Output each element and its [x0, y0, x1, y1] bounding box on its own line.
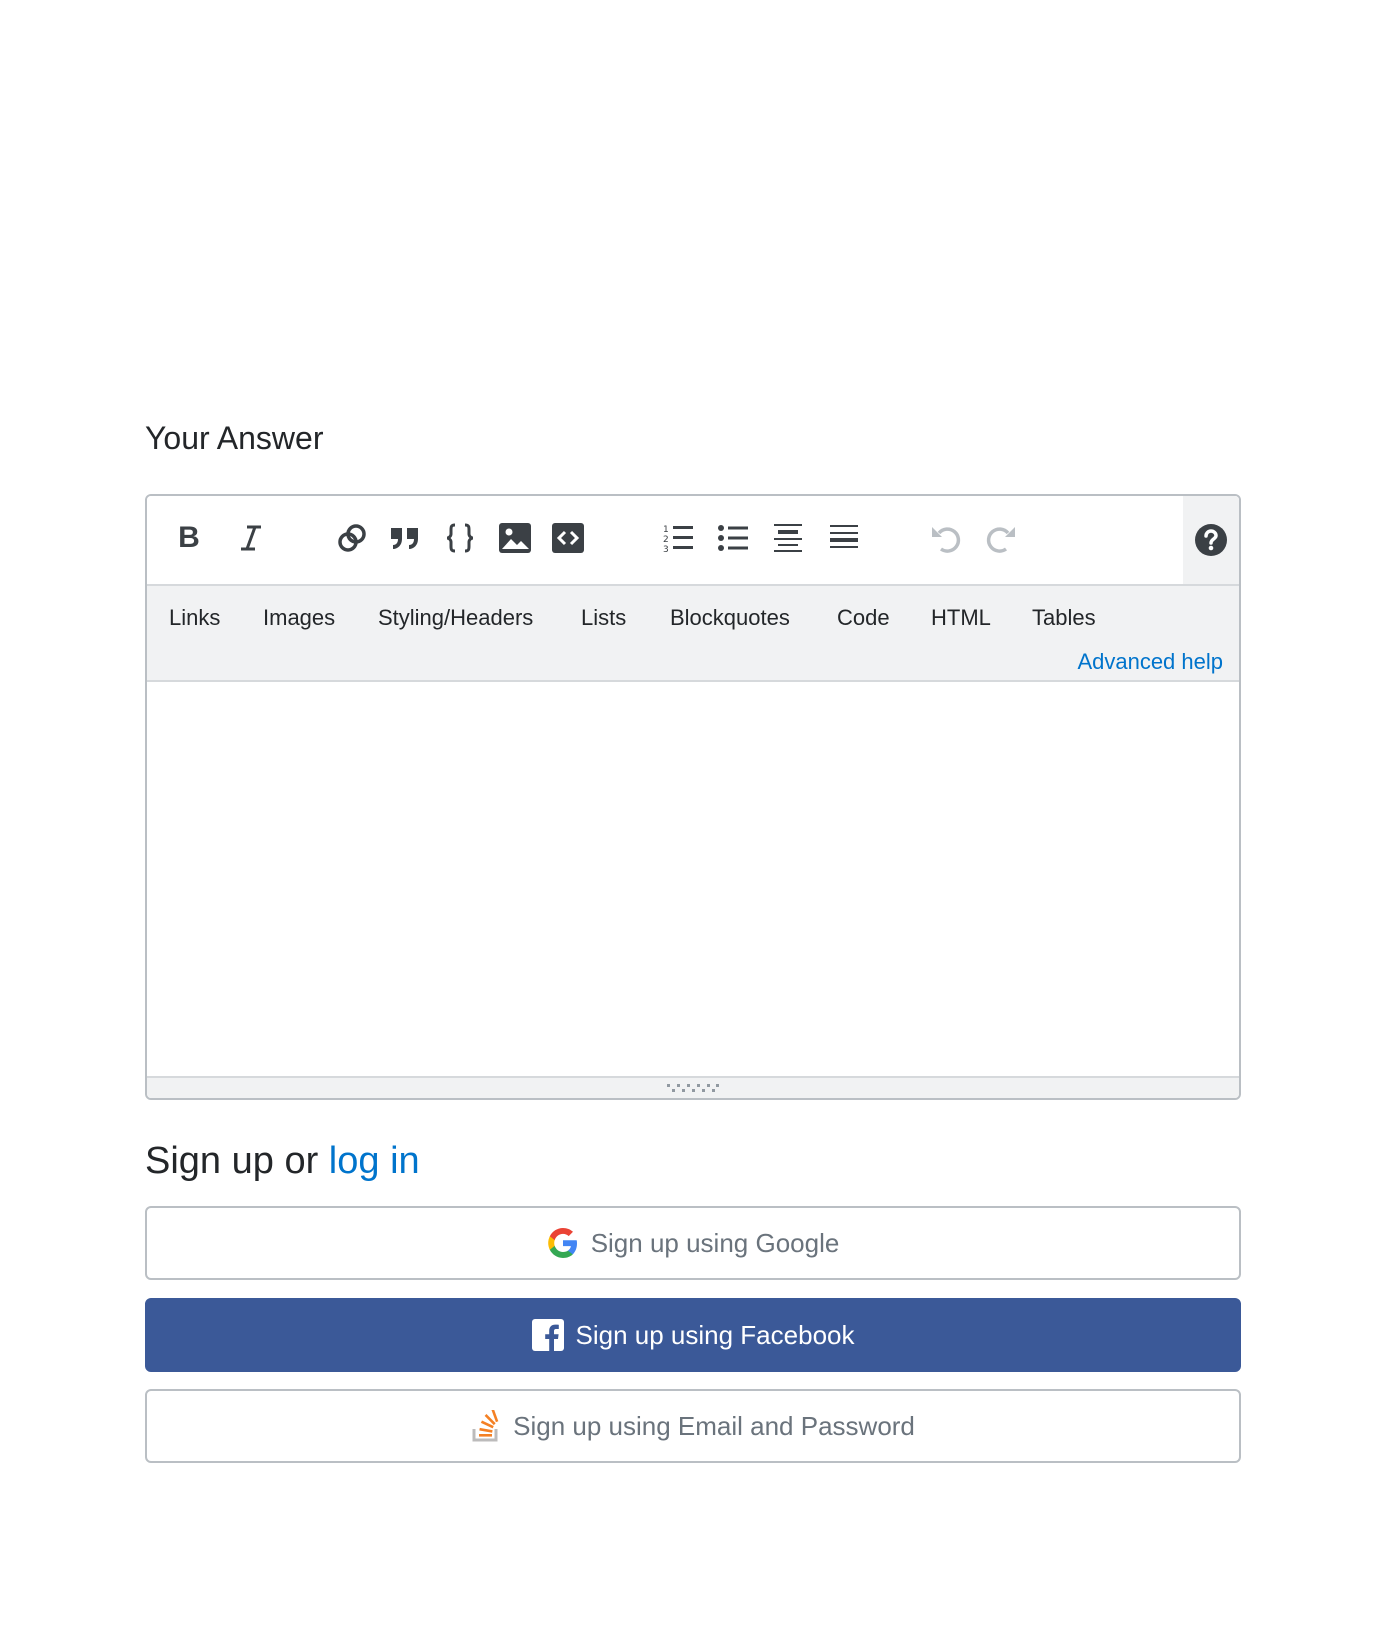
- svg-text:1: 1: [663, 525, 669, 535]
- code-button[interactable]: [440, 518, 480, 558]
- horizontal-rule-button[interactable]: [824, 518, 864, 558]
- code-snippet-icon: [552, 523, 584, 553]
- image-icon: [499, 523, 531, 553]
- bold-button[interactable]: B: [169, 518, 209, 558]
- horizontal-rule-icon: [830, 525, 858, 548]
- help-tab-blockquotes[interactable]: Blockquotes: [670, 600, 790, 636]
- facebook-icon: [531, 1319, 564, 1351]
- blockquote-button[interactable]: [385, 518, 425, 558]
- signup-google-label: Sign up using Google: [590, 1227, 840, 1258]
- signup-facebook-label: Sign up using Facebook: [575, 1319, 855, 1350]
- signup-facebook-button[interactable]: Sign up using Facebook: [145, 1298, 1241, 1372]
- question-icon: [1195, 524, 1227, 556]
- editor-toolbar: B 1 2 3: [147, 496, 1239, 584]
- bullet-list-button[interactable]: [713, 518, 753, 558]
- stackoverflow-icon: [471, 1410, 501, 1442]
- help-tab-tables[interactable]: Tables: [1032, 600, 1096, 636]
- italic-icon: [241, 525, 261, 551]
- undo-icon: [932, 527, 961, 553]
- link-button[interactable]: [332, 518, 372, 558]
- help-tab-lists[interactable]: Lists: [581, 600, 626, 636]
- heading-button[interactable]: [768, 518, 808, 558]
- undo-button[interactable]: [926, 518, 966, 558]
- link-icon: [338, 524, 366, 552]
- snippet-button[interactable]: [548, 518, 588, 558]
- login-link[interactable]: log in: [329, 1140, 420, 1182]
- page: Your Answer B 1 2 3 Links Images Styling…: [0, 0, 1382, 1628]
- editor-help-panel: Links Images Styling/Headers Lists Block…: [147, 584, 1239, 682]
- signup-google-button[interactable]: Sign up using Google: [145, 1206, 1241, 1280]
- redo-button[interactable]: [981, 518, 1021, 558]
- answer-editor: B 1 2 3 Links Images Styling/Headers Lis…: [145, 494, 1241, 1100]
- help-tab-styling-headers[interactable]: Styling/Headers: [378, 600, 533, 636]
- advanced-help-link[interactable]: Advanced help: [1077, 646, 1223, 678]
- help-tab-images[interactable]: Images: [263, 600, 335, 636]
- curly-braces-icon: [446, 523, 474, 553]
- signup-heading: Sign up or log in: [145, 1140, 420, 1183]
- google-icon: [547, 1227, 579, 1259]
- svg-text:2: 2: [663, 535, 669, 545]
- svg-text:3: 3: [663, 545, 669, 553]
- signup-email-label: Sign up using Email and Password: [513, 1410, 915, 1441]
- redo-icon: [986, 527, 1015, 553]
- ordered-list-icon: 1 2 3: [663, 525, 693, 553]
- italic-button[interactable]: [231, 518, 271, 558]
- bold-icon: B: [178, 521, 200, 554]
- heading-icon: [774, 524, 802, 552]
- help-tab-code[interactable]: Code: [837, 600, 890, 636]
- resize-grip[interactable]: [147, 1076, 1239, 1098]
- quote-icon: [391, 528, 418, 549]
- your-answer-heading: Your Answer: [145, 420, 324, 456]
- grip-dots-icon: [667, 1084, 719, 1092]
- bullet-list-icon: [718, 525, 748, 551]
- signup-heading-prefix: Sign up or: [145, 1140, 329, 1182]
- help-toggle-button[interactable]: [1183, 496, 1239, 584]
- answer-textarea[interactable]: [147, 682, 1239, 1078]
- ordered-list-button[interactable]: 1 2 3: [658, 518, 698, 558]
- help-tab-links[interactable]: Links: [169, 600, 220, 636]
- signup-email-button[interactable]: Sign up using Email and Password: [145, 1389, 1241, 1463]
- image-button[interactable]: [495, 518, 535, 558]
- help-tab-html[interactable]: HTML: [931, 600, 991, 636]
